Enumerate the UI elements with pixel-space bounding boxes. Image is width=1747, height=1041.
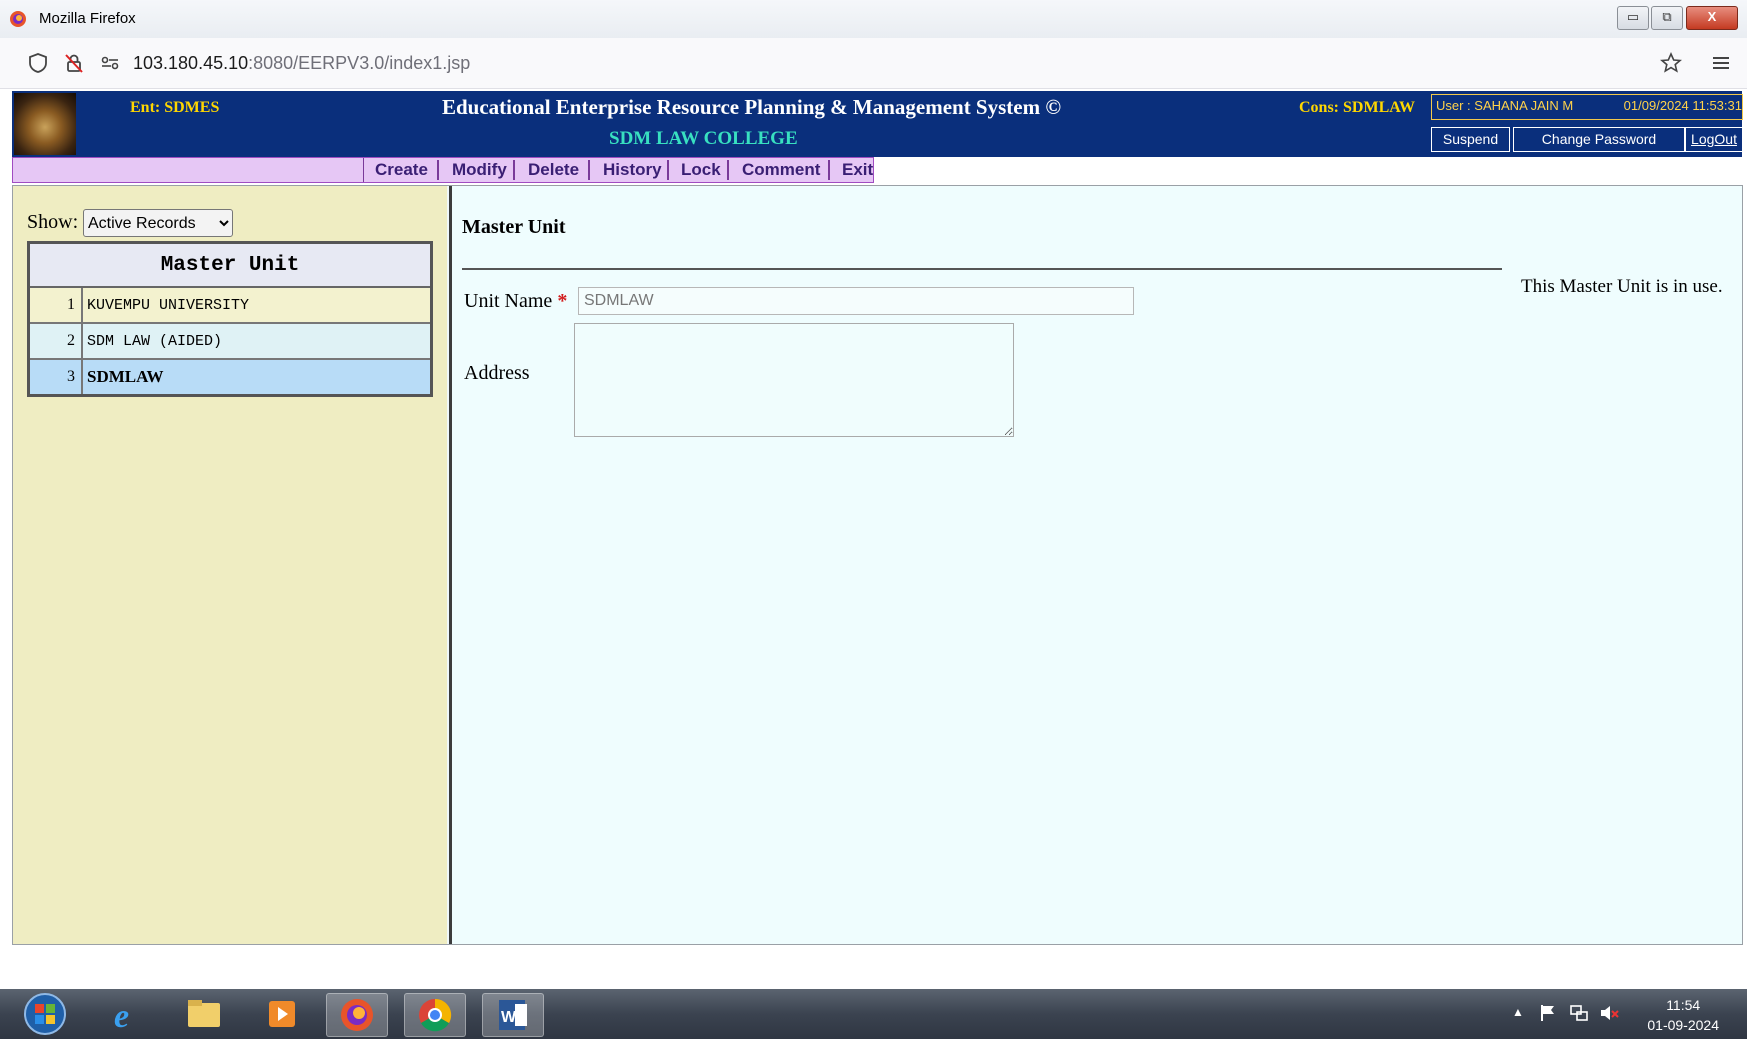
- row-unit-name[interactable]: KUVEMPU UNIVERSITY: [81, 286, 433, 324]
- form-heading: Master Unit: [462, 216, 566, 238]
- address-label: Address: [464, 362, 530, 384]
- maximize-button[interactable]: ⧉: [1651, 6, 1683, 30]
- url-field[interactable]: 103.180.45.10:8080/EERPV3.0/index1.jsp: [133, 53, 470, 74]
- heading-divider: [462, 268, 1502, 270]
- logout-button[interactable]: LogOut: [1685, 127, 1743, 152]
- unit-name-field[interactable]: [578, 287, 1134, 315]
- table-row-selected[interactable]: 3 SDMLAW: [27, 358, 433, 397]
- delete-menu-item[interactable]: Delete: [528, 158, 579, 182]
- address-field[interactable]: [574, 323, 1014, 437]
- menu-left-border: [363, 158, 364, 182]
- insecure-lock-icon[interactable]: [62, 51, 86, 75]
- action-menu-bar: Create Modify Delete History Lock Commen…: [12, 157, 874, 183]
- firefox-icon: [341, 999, 373, 1031]
- exit-menu-item[interactable]: Exit: [842, 158, 873, 182]
- word-icon: W: [499, 1000, 527, 1030]
- detail-form-pane: Master Unit This Master Unit is in use. …: [452, 186, 1742, 944]
- login-datetime: 01/09/2024 11:53:31: [1623, 98, 1742, 113]
- create-menu-item[interactable]: Create: [375, 158, 428, 182]
- history-menu-item[interactable]: History: [603, 158, 662, 182]
- show-hidden-icons-icon[interactable]: ▲: [1512, 1005, 1524, 1019]
- taskbar-ie[interactable]: e: [96, 993, 156, 1035]
- taskbar-word[interactable]: W: [482, 993, 544, 1037]
- address-bar: 103.180.45.10:8080/EERPV3.0/index1.jsp: [0, 38, 1747, 89]
- row-number: 1: [27, 286, 83, 324]
- required-mark: *: [557, 290, 568, 312]
- taskbar-explorer[interactable]: [174, 993, 234, 1035]
- row-unit-name[interactable]: SDMLAW: [81, 358, 433, 397]
- suspend-button[interactable]: Suspend: [1431, 127, 1510, 152]
- svg-text:W: W: [501, 1009, 517, 1026]
- permissions-icon[interactable]: [98, 51, 122, 75]
- window-title: Mozilla Firefox: [39, 10, 136, 27]
- record-list-pane: Show: Active Records Master Unit 1 KUVEM…: [13, 186, 447, 944]
- row-number: 3: [27, 358, 83, 397]
- row-number: 2: [27, 322, 83, 360]
- taskbar-media-player[interactable]: [252, 993, 312, 1035]
- media-player-icon: [269, 1001, 295, 1027]
- taskbar-firefox[interactable]: [326, 993, 388, 1037]
- action-center-flag-icon[interactable]: [1538, 1003, 1558, 1023]
- shield-icon[interactable]: [26, 51, 50, 75]
- lock-menu-item[interactable]: Lock: [681, 158, 721, 182]
- close-window-button[interactable]: X: [1686, 6, 1738, 30]
- table-row[interactable]: 2 SDM LAW (AIDED): [27, 322, 433, 360]
- app-header: Ent: SDMES Educational Enterprise Resour…: [12, 91, 1743, 157]
- row-unit-name[interactable]: SDM LAW (AIDED): [81, 322, 433, 360]
- menu-separator: [667, 160, 669, 180]
- consolidation-label: Cons: SDMLAW: [1299, 99, 1416, 116]
- folder-icon: [188, 1000, 220, 1027]
- system-clock[interactable]: 11:54 01-09-2024: [1647, 995, 1719, 1035]
- menu-separator: [588, 160, 590, 180]
- in-use-message: This Master Unit is in use.: [1521, 276, 1723, 297]
- menu-separator: [513, 160, 515, 180]
- institution-logo: [14, 93, 76, 155]
- minimize-button[interactable]: ▭: [1617, 6, 1649, 30]
- taskbar-chrome[interactable]: [404, 993, 466, 1037]
- start-button-icon[interactable]: [20, 991, 70, 1037]
- comment-menu-item[interactable]: Comment: [742, 158, 820, 182]
- menu-separator: [437, 160, 439, 180]
- windows-taskbar: e W ▲ 11:54 01-09-2024: [0, 989, 1747, 1039]
- network-icon[interactable]: [1568, 1003, 1590, 1023]
- college-name: SDM LAW COLLEGE: [609, 128, 798, 149]
- user-name: User : SAHANA JAIN M: [1436, 98, 1574, 113]
- main-frame: Show: Active Records Master Unit 1 KUVEM…: [12, 185, 1743, 945]
- show-filter-select[interactable]: Active Records: [83, 209, 233, 237]
- user-info-box: User : SAHANA JAIN M 01/09/2024 11:53:31: [1431, 94, 1743, 120]
- svg-text:e: e: [114, 998, 129, 1035]
- table-row[interactable]: 1 KUVEMPU UNIVERSITY: [27, 286, 433, 324]
- modify-menu-item[interactable]: Modify: [452, 158, 507, 182]
- bookmark-star-icon[interactable]: [1659, 51, 1683, 75]
- table-title: Master Unit: [27, 241, 433, 288]
- chrome-icon: [419, 998, 452, 1032]
- internet-explorer-icon: e: [114, 998, 129, 1035]
- menu-separator: [727, 160, 729, 180]
- show-filter-label: Show:: [27, 211, 79, 233]
- unit-name-label: Unit Name *: [464, 290, 568, 312]
- clock-date: 01-09-2024: [1647, 1017, 1719, 1033]
- change-password-button[interactable]: Change Password: [1513, 127, 1685, 152]
- volume-muted-icon[interactable]: [1598, 1003, 1620, 1023]
- clock-time: 11:54: [1666, 997, 1701, 1013]
- master-unit-table: Master Unit 1 KUVEMPU UNIVERSITY 2 SDM L…: [27, 241, 433, 397]
- menu-separator: [828, 160, 830, 180]
- enterprise-label: Ent: SDMES: [130, 99, 220, 116]
- hamburger-menu-icon[interactable]: [1709, 51, 1733, 75]
- browser-title-bar: Mozilla Firefox ▭ ⧉ X: [0, 0, 1747, 38]
- system-title: Educational Enterprise Resource Planning…: [442, 95, 1062, 119]
- firefox-icon: [10, 11, 26, 27]
